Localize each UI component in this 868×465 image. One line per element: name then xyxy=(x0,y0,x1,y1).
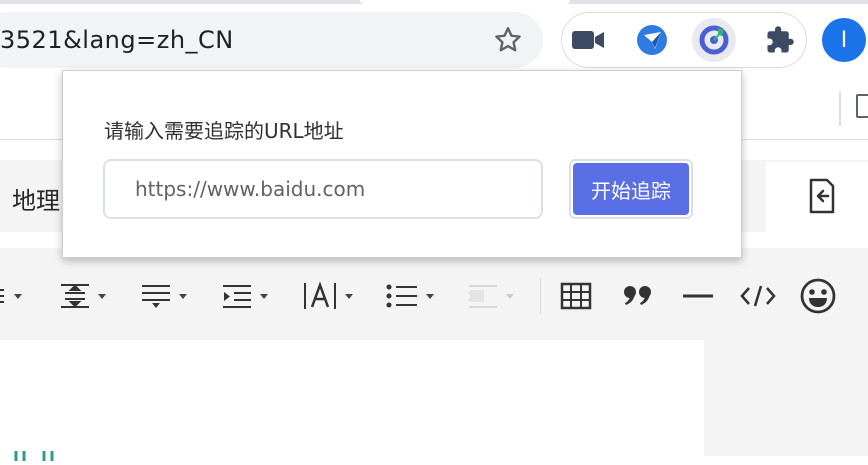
active-tab-edge xyxy=(360,0,570,4)
navigation-arrow-icon[interactable] xyxy=(632,20,672,60)
shading-icon xyxy=(468,278,514,314)
toolbar-divider xyxy=(540,278,541,314)
star-icon[interactable] xyxy=(492,24,524,56)
bullet-list-icon[interactable] xyxy=(386,278,434,314)
popup-prompt-label: 请输入需要追踪的URL地址 xyxy=(104,119,344,143)
paragraph-spacing-icon[interactable] xyxy=(141,278,187,314)
bookmarks-divider xyxy=(839,92,841,126)
indent-icon[interactable] xyxy=(222,278,268,314)
start-tracking-button[interactable]: 开始追踪 xyxy=(569,159,693,219)
code-icon[interactable] xyxy=(740,278,776,314)
font-style-icon[interactable] xyxy=(303,278,353,314)
video-camera-icon[interactable] xyxy=(568,20,608,60)
url-input[interactable]: https://www.baidu.com xyxy=(103,159,543,219)
side-panel xyxy=(704,340,868,456)
document-exit-icon[interactable] xyxy=(808,178,836,214)
address-bar-text[interactable]: 3521&lang=zh_CN xyxy=(0,26,234,54)
url-tracker-popup: 请输入需要追踪的URL地址 https://www.baidu.com 开始追踪 xyxy=(62,70,742,258)
document-title: 地理 xyxy=(12,187,60,215)
profile-avatar[interactable]: I xyxy=(822,18,866,62)
puzzle-piece-icon[interactable] xyxy=(760,20,800,60)
align-icon[interactable] xyxy=(0,278,22,314)
emoji-icon[interactable] xyxy=(800,278,836,314)
table-icon[interactable] xyxy=(560,278,592,314)
editor-content[interactable] xyxy=(0,340,704,456)
reading-list-icon[interactable] xyxy=(856,94,868,118)
horizontal-rule-icon[interactable] xyxy=(682,278,714,314)
editor-toolbar xyxy=(0,248,868,340)
start-tracking-button-label: 开始追踪 xyxy=(573,163,689,215)
quote-icon[interactable] xyxy=(623,278,653,314)
line-height-icon[interactable] xyxy=(60,278,106,314)
tracker-extension-icon[interactable] xyxy=(692,18,736,62)
